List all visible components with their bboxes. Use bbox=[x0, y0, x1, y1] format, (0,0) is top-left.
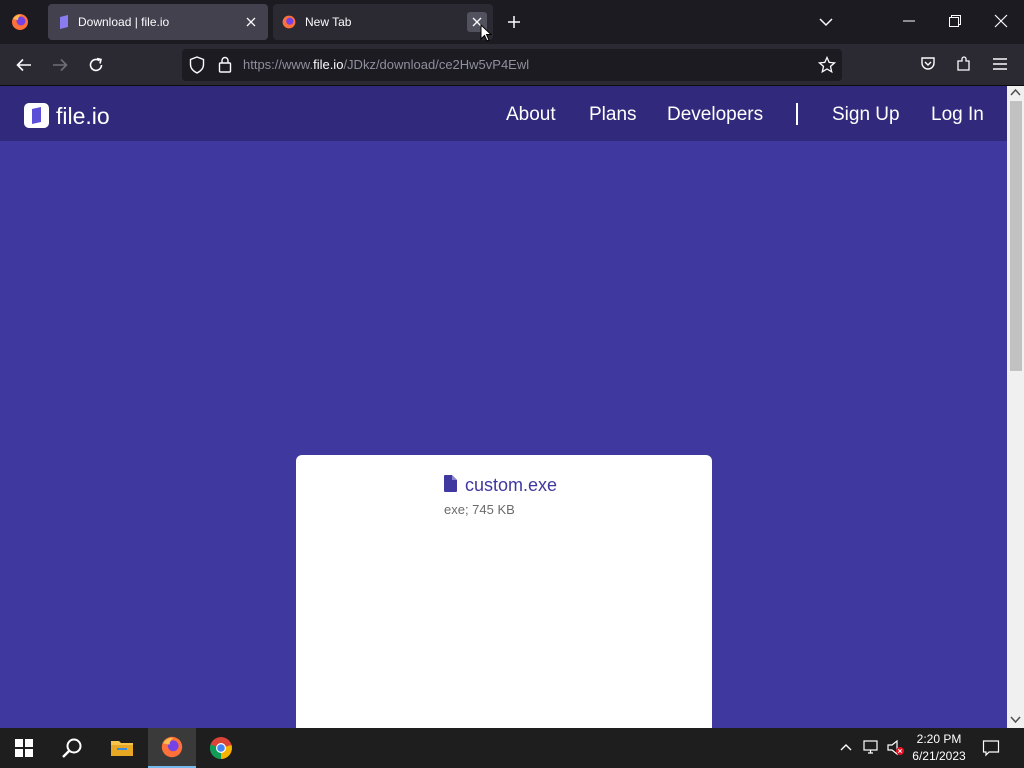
firefox-favicon-icon bbox=[281, 14, 297, 30]
reload-icon[interactable] bbox=[87, 56, 105, 74]
clock-date: 6/21/2023 bbox=[912, 749, 966, 763]
file-download-card: custom.exe exe; 745 KB bbox=[296, 455, 712, 728]
nav-developers-link[interactable]: Developers bbox=[667, 104, 763, 126]
tab-title: Download | file.io bbox=[78, 15, 170, 29]
mouse-cursor-icon bbox=[480, 24, 492, 42]
page-viewport: file.io About Plans Developers Sign Up L… bbox=[0, 86, 1007, 728]
network-icon[interactable] bbox=[862, 739, 880, 755]
file-explorer-folder-icon[interactable] bbox=[98, 728, 146, 768]
nav-signup-link[interactable]: Sign Up bbox=[832, 104, 900, 126]
file-icon bbox=[444, 475, 457, 492]
site-logo-text[interactable]: file.io bbox=[56, 103, 110, 130]
nav-plans-link[interactable]: Plans bbox=[589, 104, 637, 126]
restore-window-icon[interactable] bbox=[948, 14, 962, 28]
tracking-protection-shield-icon[interactable] bbox=[189, 56, 205, 74]
extensions-puzzle-icon[interactable] bbox=[956, 56, 972, 72]
scrollbar-thumb[interactable] bbox=[1010, 101, 1022, 371]
chrome-taskbar-icon[interactable] bbox=[197, 728, 245, 768]
nav-about-link[interactable]: About bbox=[506, 104, 556, 126]
fileio-favicon-icon bbox=[58, 15, 70, 29]
forward-arrow-icon[interactable] bbox=[51, 56, 69, 74]
scroll-down-arrow-icon[interactable] bbox=[1010, 715, 1021, 724]
volume-muted-icon[interactable] bbox=[886, 739, 906, 757]
firefox-taskbar-icon[interactable] bbox=[148, 728, 196, 768]
scroll-up-arrow-icon[interactable] bbox=[1010, 88, 1021, 97]
url-text[interactable]: https://www.file.io/JDkz/download/ce2Hw5… bbox=[243, 57, 529, 72]
back-arrow-icon[interactable] bbox=[15, 56, 33, 74]
clock-time: 2:20 PM bbox=[916, 732, 962, 746]
list-all-tabs-chevron-icon[interactable] bbox=[818, 14, 834, 30]
show-hidden-icons-chevron-icon[interactable] bbox=[839, 741, 853, 753]
action-center-notification-icon[interactable] bbox=[982, 739, 1000, 757]
bookmark-star-icon[interactable] bbox=[818, 56, 836, 74]
tab-title: New Tab bbox=[305, 15, 352, 29]
fileio-logo-icon[interactable] bbox=[24, 103, 49, 128]
pocket-icon[interactable] bbox=[920, 56, 936, 72]
new-tab-plus-icon[interactable] bbox=[506, 14, 522, 30]
close-tab-icon[interactable] bbox=[241, 12, 261, 32]
tab-new-tab[interactable]: New Tab bbox=[273, 4, 493, 40]
nav-divider bbox=[796, 103, 798, 125]
nav-login-link[interactable]: Log In bbox=[931, 104, 984, 126]
minimize-window-icon[interactable] bbox=[902, 14, 916, 28]
close-window-icon[interactable] bbox=[994, 14, 1008, 28]
search-icon[interactable] bbox=[48, 728, 96, 768]
clock[interactable]: 2:20 PM 6/21/2023 bbox=[908, 731, 970, 765]
start-windows-icon[interactable] bbox=[0, 728, 48, 768]
firefox-menu-icon[interactable] bbox=[10, 12, 30, 32]
lock-icon[interactable] bbox=[218, 56, 232, 73]
app-menu-hamburger-icon[interactable] bbox=[992, 57, 1008, 71]
site-header: file.io About Plans Developers Sign Up L… bbox=[0, 86, 1007, 141]
file-meta: exe; 745 KB bbox=[444, 502, 515, 517]
tab-download-fileio[interactable]: Download | file.io bbox=[48, 4, 268, 40]
file-name[interactable]: custom.exe bbox=[465, 475, 557, 496]
